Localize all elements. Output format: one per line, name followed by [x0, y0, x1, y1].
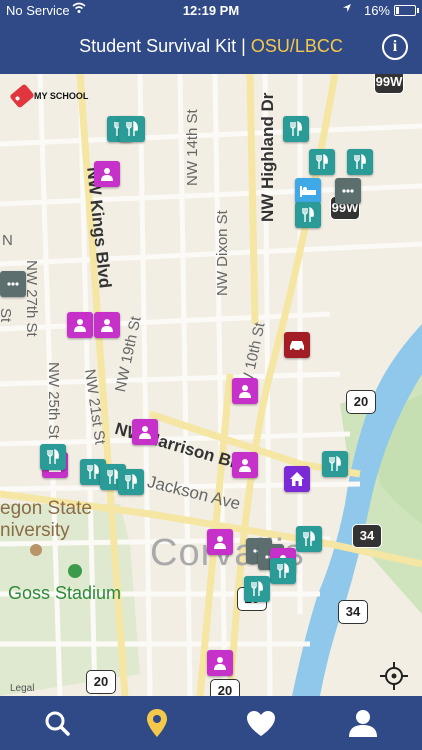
food-icon	[125, 474, 137, 489]
car-icon	[290, 341, 304, 352]
person-pin[interactable]	[94, 312, 120, 338]
my-school-marker[interactable]: MY SCHOOL	[9, 83, 89, 109]
person-icon	[214, 536, 226, 549]
person-pin[interactable]	[67, 312, 93, 338]
person-icon	[214, 657, 226, 670]
food-icon	[126, 121, 138, 136]
map-view[interactable]: NW 14th St NW Highland Dr NW 27th St NW …	[0, 74, 422, 696]
battery-icon	[394, 5, 419, 16]
food-icon	[303, 531, 315, 546]
food-pin[interactable]	[309, 149, 335, 175]
map-tab[interactable]	[140, 706, 174, 740]
person-pin[interactable]	[232, 452, 258, 478]
home-icon	[290, 472, 304, 486]
highway-shield: 20	[210, 679, 240, 696]
chat-icon	[7, 282, 19, 286]
person-pin[interactable]	[207, 650, 233, 676]
food-pin[interactable]	[322, 451, 348, 477]
location-arrow-icon	[342, 2, 352, 16]
street-label: NW 14th St	[184, 109, 201, 186]
person-icon	[239, 385, 251, 398]
map-pin-icon	[147, 709, 167, 737]
person-icon	[74, 319, 86, 332]
street-label: NW Highland Dr	[258, 92, 277, 222]
favorites-tab[interactable]	[244, 706, 278, 740]
person-icon	[239, 459, 251, 472]
person-pin[interactable]	[232, 378, 258, 404]
food-icon	[329, 456, 341, 471]
bed-pin[interactable]	[295, 178, 321, 204]
user-icon	[349, 710, 377, 737]
food-icon	[277, 563, 289, 578]
food-icon	[290, 121, 302, 136]
food-icon	[47, 449, 59, 464]
stadium-label: Goss Stadium	[8, 583, 122, 603]
food-icon	[316, 154, 328, 169]
highway-shield: 20	[86, 670, 116, 694]
food-pin[interactable]	[244, 576, 270, 602]
crosshair-icon	[380, 662, 408, 690]
street-label: NW 25th St	[45, 362, 62, 439]
food-pin[interactable]	[296, 526, 322, 552]
tab-bar	[0, 696, 422, 750]
person-pin[interactable]	[207, 529, 233, 555]
heart-icon	[247, 710, 275, 736]
chat-icon	[342, 189, 354, 193]
search-icon	[45, 711, 70, 736]
food-pin[interactable]	[347, 149, 373, 175]
food-pin[interactable]	[40, 444, 66, 470]
highway-shield: 20	[346, 390, 376, 414]
food-icon	[87, 464, 99, 479]
food-pin[interactable]	[119, 116, 145, 142]
food-icon	[302, 207, 314, 222]
header-bar: Student Survival Kit | OSU/LBCC i	[0, 22, 422, 74]
profile-tab[interactable]	[346, 706, 380, 740]
legal-link[interactable]: Legal	[10, 683, 34, 694]
person-pin[interactable]	[94, 161, 120, 187]
person-icon	[139, 426, 151, 439]
locate-me-button[interactable]	[380, 662, 408, 690]
person-pin[interactable]	[132, 419, 158, 445]
stadium-icon	[68, 564, 82, 578]
highway-shield: 34	[352, 524, 382, 548]
bed-icon	[300, 186, 316, 197]
app-title: Student Survival Kit | OSU/LBCC	[0, 36, 422, 57]
food-icon	[251, 581, 263, 596]
food-icon	[354, 154, 366, 169]
university-icon	[30, 544, 42, 556]
info-button[interactable]: i	[382, 34, 408, 60]
home-pin[interactable]	[284, 466, 310, 492]
person-icon	[101, 168, 113, 181]
food-pin[interactable]	[118, 469, 144, 495]
chat-pin[interactable]	[0, 271, 26, 297]
clock: 12:19 PM	[182, 3, 240, 18]
app-title-school: OSU/LBCC	[250, 36, 343, 56]
chat-pin[interactable]	[335, 178, 361, 204]
highway-shield: 34	[338, 600, 368, 624]
street-label: NW Dixon St	[214, 210, 231, 296]
battery-percent: 16%	[363, 3, 390, 18]
search-tab[interactable]	[40, 706, 74, 740]
app-title-main: Student Survival Kit |	[79, 36, 251, 56]
person-icon	[101, 319, 113, 332]
food-pin[interactable]	[270, 558, 296, 584]
food-pin[interactable]	[295, 202, 321, 228]
info-icon: i	[392, 38, 398, 55]
university-label: niversity	[0, 520, 70, 541]
highway-shield: 99W	[374, 74, 404, 94]
street-label: St	[0, 308, 14, 323]
status-bar: No Service 12:19 PM 16%	[0, 0, 422, 22]
my-school-label: MY SCHOOL	[34, 91, 89, 101]
university-label: egon State	[0, 498, 92, 519]
street-label: N	[2, 232, 13, 249]
food-pin[interactable]	[283, 116, 309, 142]
car-pin[interactable]	[284, 332, 310, 358]
